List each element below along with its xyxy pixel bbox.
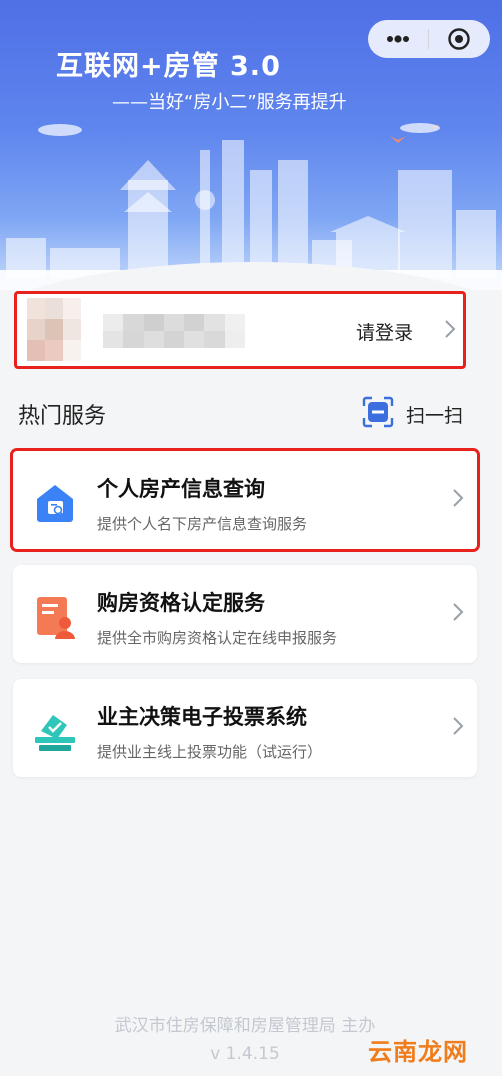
service-card-purchase-qualification[interactable]: 购房资格认定服务 提供全市购房资格认定在线申报服务 bbox=[13, 565, 477, 663]
banner-subtitle: ——当好“房小二”服务再提升 bbox=[112, 92, 347, 113]
banner: 互联网+房管 3.0 ——当好“房小二”服务再提升 bbox=[0, 0, 502, 290]
watermark-text: 云南龙网 bbox=[368, 1038, 468, 1066]
login-label[interactable]: 请登录 bbox=[356, 318, 413, 345]
service-card-owner-voting[interactable]: 业主决策电子投票系统 提供业主线上投票功能（试运行） bbox=[13, 679, 477, 777]
status-bar bbox=[0, 0, 502, 8]
service-title: 个人房产信息查询 bbox=[97, 477, 265, 501]
chevron-right-icon bbox=[451, 601, 465, 627]
banner-title: 互联网+房管 3.0 bbox=[56, 51, 281, 82]
chevron-right-icon bbox=[451, 715, 465, 741]
scan-button[interactable]: 扫一扫 bbox=[360, 396, 463, 432]
miniprogram-capsule bbox=[368, 20, 490, 58]
chevron-right-icon bbox=[443, 318, 457, 344]
username-blurred bbox=[103, 314, 245, 348]
house-search-icon bbox=[29, 477, 81, 529]
ballot-box-icon bbox=[29, 705, 81, 757]
scan-label: 扫一扫 bbox=[406, 404, 464, 427]
hot-services-title: 热门服务 bbox=[18, 404, 107, 429]
more-dots-icon[interactable] bbox=[368, 20, 428, 58]
service-title: 购房资格认定服务 bbox=[97, 591, 265, 615]
service-description: 提供个人名下房产信息查询服务 bbox=[97, 515, 308, 533]
login-card[interactable]: 请登录 bbox=[14, 291, 466, 369]
target-circle-icon[interactable] bbox=[429, 20, 489, 58]
avatar bbox=[27, 298, 81, 362]
chevron-right-icon bbox=[451, 487, 465, 513]
scan-icon bbox=[360, 394, 396, 434]
document-person-icon bbox=[29, 591, 81, 643]
service-card-property-query[interactable]: 个人房产信息查询 提供个人名下房产信息查询服务 bbox=[13, 451, 477, 549]
service-title: 业主决策电子投票系统 bbox=[97, 705, 307, 729]
service-description: 提供全市购房资格认定在线申报服务 bbox=[97, 629, 338, 647]
service-description: 提供业主线上投票功能（试运行） bbox=[97, 743, 323, 761]
